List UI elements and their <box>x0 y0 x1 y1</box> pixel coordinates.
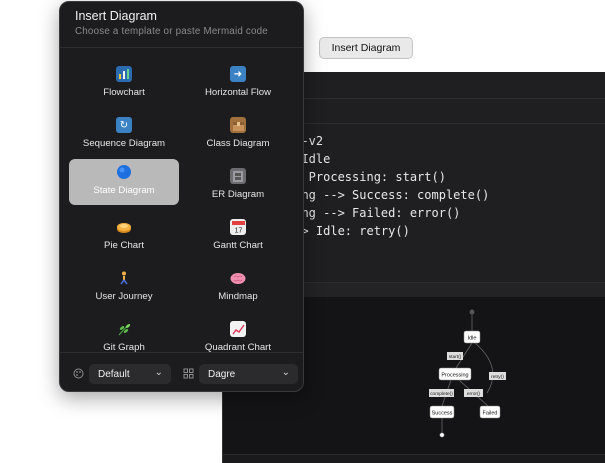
code-line: -> Processing: start() <box>287 170 446 184</box>
template-label: Class Diagram <box>206 138 270 149</box>
insert-diagram-popup: Insert Diagram Choose a template or past… <box>59 1 304 392</box>
pie-icon <box>116 219 132 235</box>
cycle-arrows-icon: ↻ <box>116 117 132 133</box>
template-er-diagram[interactable]: ER Diagram <box>183 163 293 209</box>
state-node-label: Processing <box>441 373 468 379</box>
template-label: Flowchart <box>103 87 145 98</box>
layout-select[interactable]: Dagre ⌄ <box>199 364 298 384</box>
layout-select-value: Dagre <box>208 368 236 380</box>
state-node-label: Idle <box>468 336 477 342</box>
edge-label-text: error() <box>467 391 481 397</box>
trend-chart-icon <box>230 321 246 337</box>
grid-icon <box>183 368 194 382</box>
template-label: Pie Chart <box>104 240 144 251</box>
right-arrow-icon: ➜ <box>230 66 246 82</box>
template-git-graph[interactable]: Git Graph <box>69 316 179 362</box>
edge-label-text: complete() <box>430 391 453 397</box>
template-quadrant-chart[interactable]: Quadrant Chart <box>183 316 293 362</box>
template-label: Sequence Diagram <box>82 138 166 149</box>
popup-title: Insert Diagram <box>75 9 157 23</box>
template-label: User Journey <box>95 291 153 302</box>
chevron-down-icon: ⌄ <box>154 367 163 378</box>
edge-label-text: retry() <box>491 374 504 380</box>
code-line: sing --> Success: complete() <box>287 188 490 202</box>
divider <box>60 352 303 353</box>
code-line: --> Idle: retry() <box>287 224 410 238</box>
svg-text:17: 17 <box>234 227 242 234</box>
state-node-label: Success <box>432 411 453 417</box>
template-user-journey[interactable]: User Journey <box>69 265 179 311</box>
bar-chart-icon <box>116 66 132 82</box>
insert-diagram-button[interactable]: Insert Diagram <box>319 37 413 59</box>
edge-label-text: start() <box>449 354 462 360</box>
template-horizontal-flow[interactable]: ➜ Horizontal Flow <box>183 61 293 107</box>
file-cabinet-icon <box>230 168 246 184</box>
template-label: Gantt Chart <box>213 240 263 251</box>
template-sequence-diagram[interactable]: ↻ Sequence Diagram <box>69 112 179 158</box>
template-pie-chart[interactable]: Pie Chart <box>69 214 179 260</box>
state-node-label: Failed <box>483 411 498 417</box>
template-label: Horizontal Flow <box>204 87 272 98</box>
template-mindmap[interactable]: Mindmap <box>183 265 293 311</box>
palette-icon <box>73 368 84 382</box>
template-state-diagram[interactable]: State Diagram <box>69 159 179 205</box>
herb-icon <box>116 321 132 337</box>
start-node <box>469 309 475 315</box>
template-gantt-chart[interactable]: 17 Gantt Chart <box>183 214 293 260</box>
blue-circle-icon <box>116 164 132 180</box>
code-line: sing --> Failed: error() <box>287 206 461 220</box>
template-label: Mindmap <box>218 291 258 302</box>
theme-select[interactable]: Default ⌄ <box>89 364 171 384</box>
divider <box>60 47 303 48</box>
template-label: State Diagram <box>93 185 155 196</box>
chevron-down-icon: ⌄ <box>281 367 290 378</box>
template-label: ER Diagram <box>211 189 265 200</box>
brain-icon <box>230 270 246 286</box>
calendar-icon: 17 <box>230 219 246 235</box>
template-class-diagram[interactable]: Class Diagram <box>183 112 293 158</box>
end-node <box>439 432 445 438</box>
walking-person-icon <box>116 270 132 286</box>
popup-subtitle: Choose a template or paste Mermaid code <box>75 26 268 37</box>
theme-select-value: Default <box>98 368 130 380</box>
package-box-icon <box>230 117 246 133</box>
preview-footer <box>223 454 605 463</box>
template-flowchart[interactable]: Flowchart <box>69 61 179 107</box>
